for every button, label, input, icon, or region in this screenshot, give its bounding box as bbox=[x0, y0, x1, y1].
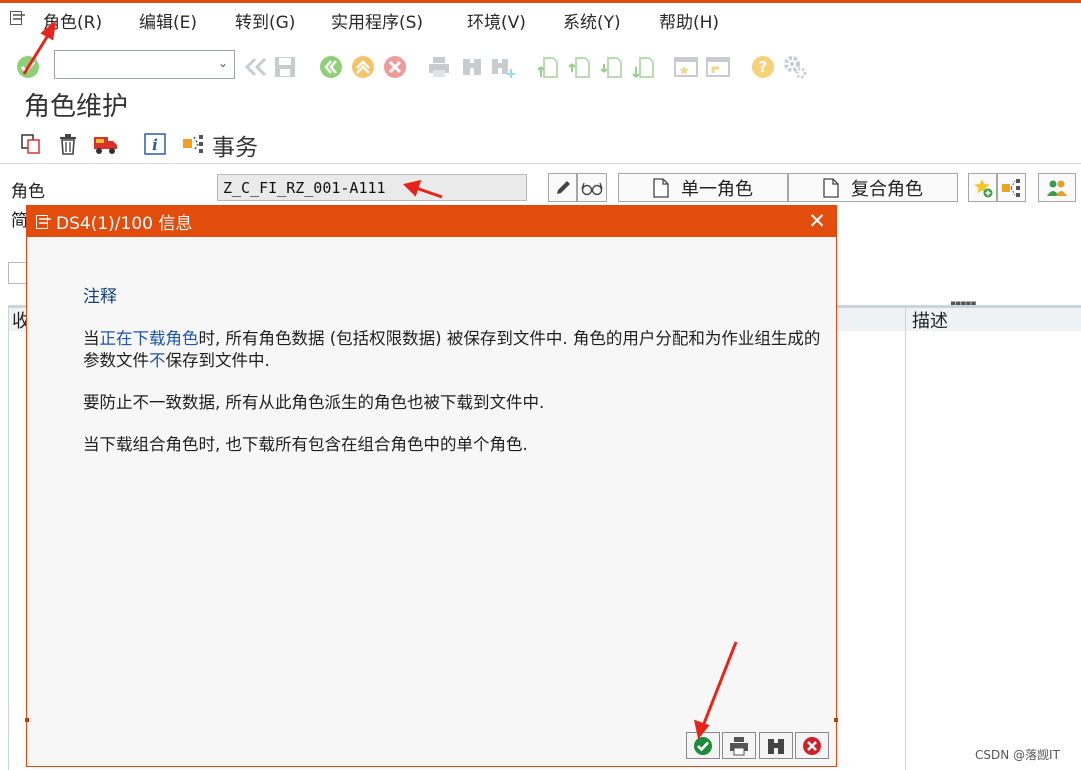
menu-utilities[interactable]: 实用程序(S) bbox=[331, 8, 423, 33]
find-next-icon[interactable] bbox=[490, 54, 516, 80]
svg-text:?: ? bbox=[759, 58, 768, 76]
standard-toolbar: ⌄ ? bbox=[0, 40, 1081, 92]
menu-bar: 角色(R) 编辑(E) 转到(G) 实用程序(S) 环境(V) 系统(Y) 帮助… bbox=[0, 3, 1081, 37]
back-icon[interactable] bbox=[318, 54, 344, 80]
favorite-button[interactable] bbox=[968, 173, 997, 202]
composite-role-label: 复合角色 bbox=[851, 178, 923, 200]
cancel-icon[interactable] bbox=[382, 54, 408, 80]
paragraph-3: 当下载组合角色时, 也下载所有包含在组合角色中的单个角色. bbox=[83, 435, 528, 454]
dialog-body: 注释 当正在下载角色时, 所有角色数据 (包括权限数据) 被保存到文件中. 角色… bbox=[83, 286, 823, 476]
paragraph-2: 要防止不一致数据, 所有从此角色派生的角色也被下载到文件中. bbox=[83, 393, 545, 412]
users-icon bbox=[1047, 180, 1067, 196]
binoculars-icon bbox=[768, 738, 784, 754]
dialog-title-bar[interactable]: DS4(1)/100 信息 ✕ bbox=[27, 206, 836, 237]
menu-goto[interactable]: 转到(G) bbox=[235, 8, 295, 33]
help-icon[interactable]: ? bbox=[750, 54, 776, 80]
first-page-icon[interactable] bbox=[535, 54, 561, 80]
menu-help[interactable]: 帮助(H) bbox=[659, 8, 719, 33]
delete-icon[interactable] bbox=[56, 132, 80, 156]
print-icon[interactable] bbox=[426, 54, 452, 80]
cancel-icon bbox=[803, 736, 821, 755]
command-input[interactable] bbox=[55, 51, 205, 77]
print-icon bbox=[730, 736, 748, 755]
settings-icon[interactable] bbox=[782, 54, 808, 80]
transport-icon[interactable] bbox=[93, 132, 117, 156]
role-label: 角色 bbox=[11, 182, 45, 202]
role-transaction-button[interactable] bbox=[997, 173, 1026, 202]
last-page-icon[interactable] bbox=[631, 54, 657, 80]
single-role-label: 单一角色 bbox=[681, 178, 753, 200]
divider bbox=[0, 163, 1081, 164]
svg-text:i: i bbox=[152, 136, 158, 154]
info-icon[interactable]: i bbox=[143, 132, 167, 156]
column-divider-left bbox=[8, 305, 9, 770]
paragraph-1: 当正在下载角色时, 所有角色数据 (包括权限数据) 被保存到文件中. 角色的用户… bbox=[83, 329, 821, 370]
cancel-button[interactable] bbox=[795, 732, 829, 759]
print-button[interactable] bbox=[722, 732, 756, 759]
edit-button[interactable] bbox=[548, 173, 577, 202]
star-add-icon bbox=[973, 178, 992, 197]
column-divider bbox=[905, 305, 906, 770]
menu-icon[interactable] bbox=[10, 11, 26, 25]
single-role-button[interactable]: 单一角色 bbox=[618, 173, 788, 202]
document-icon bbox=[653, 177, 669, 198]
page-title: 角色维护 bbox=[24, 92, 129, 122]
dialog-title: DS4(1)/100 信息 bbox=[56, 214, 193, 234]
prev-page-icon[interactable] bbox=[567, 54, 593, 80]
resize-corner bbox=[834, 718, 838, 722]
prev-screen-icon[interactable] bbox=[243, 54, 269, 80]
command-field[interactable]: ⌄ bbox=[54, 50, 235, 79]
exit-icon[interactable] bbox=[350, 54, 376, 80]
chevron-down-icon[interactable]: ⌄ bbox=[218, 56, 228, 70]
application-toolbar: i 事务 bbox=[0, 124, 1081, 164]
role-input[interactable]: Z_C_FI_RZ_001-A111 bbox=[217, 174, 527, 201]
pencil-icon bbox=[556, 180, 570, 194]
transaction-icon bbox=[1001, 178, 1020, 197]
shortcut-icon[interactable] bbox=[705, 54, 731, 80]
next-page-icon[interactable] bbox=[599, 54, 625, 80]
transaction-label[interactable]: 事务 bbox=[212, 128, 258, 162]
copy-icon[interactable] bbox=[19, 132, 43, 156]
find-icon[interactable] bbox=[459, 54, 485, 80]
menu-edit[interactable]: 编辑(E) bbox=[139, 8, 197, 33]
link-not[interactable]: 不 bbox=[149, 351, 166, 370]
watermark: CSDN @落觊IT bbox=[975, 748, 1060, 762]
transaction-icon[interactable] bbox=[182, 132, 206, 156]
display-button[interactable] bbox=[577, 173, 607, 202]
check-icon bbox=[694, 736, 712, 755]
confirm-icon[interactable] bbox=[15, 54, 41, 80]
glasses-icon bbox=[581, 182, 603, 195]
resize-corner bbox=[25, 718, 29, 722]
composite-role-button[interactable]: 复合角色 bbox=[788, 173, 958, 202]
find-button[interactable] bbox=[759, 732, 793, 759]
link-downloading-role[interactable]: 正在下载角色 bbox=[100, 329, 199, 348]
menu-environment[interactable]: 环境(V) bbox=[467, 8, 526, 33]
save-icon[interactable] bbox=[272, 54, 298, 80]
column-header-description: 描述 bbox=[912, 311, 948, 332]
info-dialog: DS4(1)/100 信息 ✕ 注释 当正在下载角色时, 所有角色数据 (包括权… bbox=[25, 205, 838, 767]
create-session-icon[interactable] bbox=[673, 54, 699, 80]
menu-role[interactable]: 角色(R) bbox=[43, 8, 102, 33]
user-assignment-button[interactable] bbox=[1038, 173, 1076, 202]
document-icon bbox=[823, 177, 839, 198]
close-icon[interactable]: ✕ bbox=[806, 209, 828, 233]
menu-system[interactable]: 系统(Y) bbox=[563, 8, 621, 33]
note-heading: 注释 bbox=[83, 287, 117, 307]
menu-icon[interactable] bbox=[36, 214, 52, 229]
continue-button[interactable] bbox=[686, 732, 720, 759]
